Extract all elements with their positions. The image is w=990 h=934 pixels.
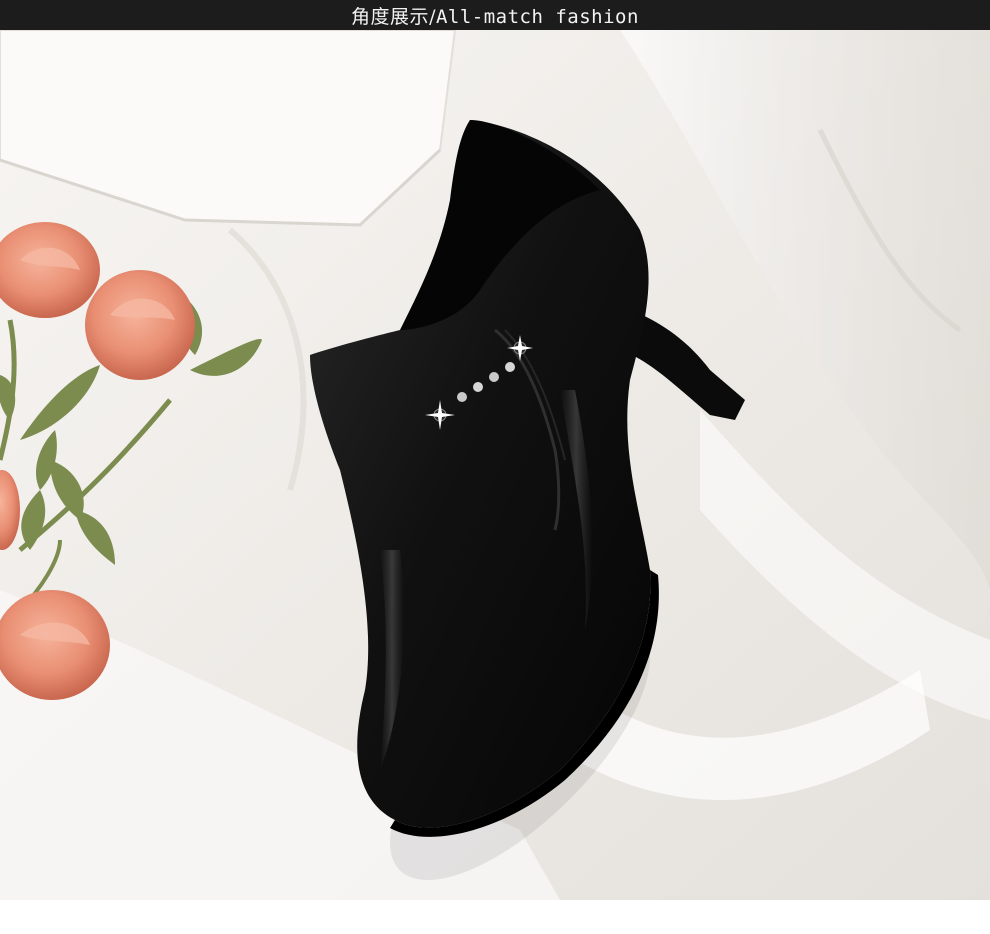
section-title: 角度展示/All-match fashion (351, 2, 639, 29)
section-banner: 角度展示/All-match fashion (0, 0, 990, 30)
product-photo (0, 30, 990, 900)
section-title-english: All-match fashion (435, 5, 639, 28)
product-detail-page: 角度展示/All-match fashion (0, 0, 990, 934)
bottom-spacer (0, 900, 990, 934)
section-title-chinese: 角度展示 (351, 5, 430, 28)
section-title-separator: / (429, 5, 436, 28)
boot-photo-illustration (0, 30, 990, 900)
